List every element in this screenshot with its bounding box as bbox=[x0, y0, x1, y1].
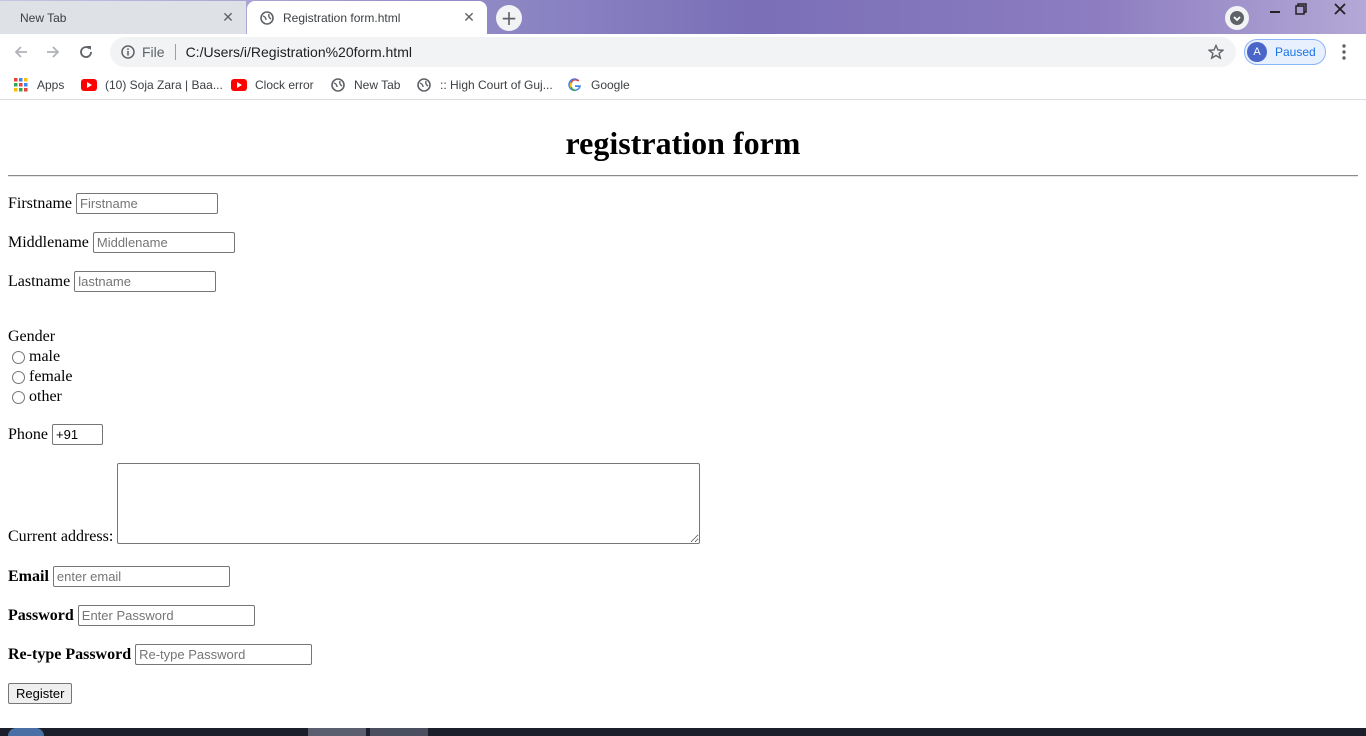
gender-option-female[interactable]: female bbox=[12, 368, 73, 386]
retype-password-row: Re-type Password bbox=[8, 644, 313, 665]
tab-registration-form[interactable]: Registration form.html ✕ bbox=[247, 1, 487, 34]
middlename-row: Middlename bbox=[8, 232, 235, 253]
reload-button[interactable] bbox=[74, 40, 98, 64]
retype-password-input[interactable] bbox=[135, 644, 313, 665]
radio-button[interactable] bbox=[12, 390, 25, 404]
gender-heading-row: Gender bbox=[8, 328, 55, 346]
radio-button[interactable] bbox=[12, 370, 25, 384]
radio-label: other bbox=[29, 388, 62, 405]
tab-search-button[interactable] bbox=[1225, 6, 1249, 30]
globe-icon bbox=[416, 77, 432, 93]
browser-toolbar: File C:/Users/i/Registration%20form.html… bbox=[0, 34, 1366, 70]
taskbar-item-editor[interactable] bbox=[370, 728, 428, 736]
restore-button[interactable] bbox=[1286, 0, 1316, 18]
bookmark-new-tab[interactable]: New Tab bbox=[330, 76, 400, 94]
middlename-input[interactable] bbox=[92, 232, 235, 253]
reload-icon bbox=[80, 46, 92, 58]
kebab-menu-icon bbox=[1342, 44, 1346, 60]
address-label: Current address: bbox=[8, 528, 114, 545]
back-button[interactable] bbox=[9, 40, 33, 64]
password-label: Password bbox=[8, 606, 74, 624]
page-content: registration form Firstname Middlename L… bbox=[0, 102, 1366, 728]
radio-label: female bbox=[29, 368, 73, 385]
close-icon[interactable]: ✕ bbox=[220, 9, 236, 26]
email-row: Email bbox=[8, 566, 230, 587]
address-bar[interactable]: File C:/Users/i/Registration%20form.html bbox=[110, 37, 1236, 67]
register-button[interactable]: Register bbox=[8, 683, 73, 704]
lastname-label: Lastname bbox=[8, 272, 71, 290]
restore-icon bbox=[1295, 3, 1307, 15]
email-input[interactable] bbox=[52, 566, 230, 587]
minimize-icon bbox=[1270, 11, 1280, 13]
info-icon[interactable] bbox=[120, 44, 136, 60]
bookmark-clock-error[interactable]: Clock error bbox=[231, 76, 314, 94]
bookmark-soja-zara[interactable]: (10) Soja Zara | Baa... bbox=[81, 76, 223, 94]
phone-row: Phone bbox=[8, 424, 103, 445]
divider bbox=[174, 44, 176, 60]
password-input[interactable] bbox=[77, 605, 255, 626]
gender-label: Gender bbox=[8, 328, 56, 345]
bookmarks-bar: Apps (10) Soja Zara | Baa... Clock error… bbox=[0, 70, 1366, 100]
bookmark-label: New Tab bbox=[354, 78, 401, 92]
bookmark-label: Apps bbox=[37, 78, 65, 92]
close-icon[interactable]: ✕ bbox=[461, 9, 477, 26]
retype-password-label: Re-type Password bbox=[8, 645, 132, 663]
firstname-row: Firstname bbox=[8, 193, 218, 214]
tab-new-tab[interactable]: New Tab ✕ bbox=[0, 1, 246, 34]
bookmark-google[interactable]: Google bbox=[567, 76, 630, 94]
radio-button[interactable] bbox=[12, 350, 25, 364]
profile-button[interactable]: A Paused bbox=[1244, 39, 1326, 65]
radio-label: male bbox=[29, 348, 61, 365]
phone-input[interactable] bbox=[52, 424, 103, 445]
tab-strip: New Tab ✕ Registration form.html ✕ + bbox=[0, 0, 1366, 34]
menu-button[interactable] bbox=[1334, 40, 1354, 64]
gender-option-male[interactable]: male bbox=[12, 348, 60, 366]
lastname-input[interactable] bbox=[74, 271, 217, 292]
profile-status: Paused bbox=[1275, 45, 1316, 59]
bookmark-apps[interactable]: Apps bbox=[13, 76, 64, 94]
chevron-down-icon bbox=[1230, 11, 1244, 25]
tab-title: New Tab bbox=[20, 10, 67, 25]
close-icon bbox=[1334, 3, 1346, 15]
tab-title: Registration form.html bbox=[283, 10, 401, 25]
bookmark-label: :: High Court of Guj... bbox=[440, 78, 553, 92]
submit-row: Register bbox=[8, 683, 73, 704]
bookmark-label: Clock error bbox=[255, 78, 314, 92]
start-button[interactable] bbox=[8, 728, 44, 736]
arrow-right-icon bbox=[47, 46, 60, 58]
lastname-row: Lastname bbox=[8, 271, 217, 292]
divider bbox=[8, 175, 1358, 177]
new-tab-button[interactable]: + bbox=[496, 5, 522, 31]
avatar: A bbox=[1247, 42, 1267, 62]
firstname-label: Firstname bbox=[8, 194, 72, 212]
bookmark-label: Google bbox=[591, 78, 630, 92]
page-title: registration form bbox=[565, 125, 801, 161]
address-textarea[interactable] bbox=[117, 463, 701, 544]
taskbar-item-chrome[interactable] bbox=[308, 728, 366, 736]
youtube-icon bbox=[81, 77, 97, 93]
bookmark-label: (10) Soja Zara | Baa... bbox=[105, 78, 223, 92]
forward-button[interactable] bbox=[41, 40, 65, 64]
os-taskbar bbox=[0, 728, 1366, 736]
url-scheme-label: File bbox=[142, 44, 165, 60]
globe-icon bbox=[330, 77, 346, 93]
youtube-icon bbox=[231, 77, 247, 93]
phone-label: Phone bbox=[8, 425, 48, 443]
google-icon bbox=[567, 77, 583, 93]
address-row: Current address: bbox=[8, 463, 701, 545]
globe-icon bbox=[259, 10, 275, 26]
email-label: Email bbox=[8, 567, 49, 585]
arrow-left-icon bbox=[14, 46, 27, 58]
apps-grid-icon bbox=[13, 77, 29, 93]
middlename-label: Middlename bbox=[8, 233, 89, 251]
password-row: Password bbox=[8, 605, 255, 626]
close-window-button[interactable] bbox=[1325, 0, 1355, 18]
bookmark-high-court[interactable]: :: High Court of Guj... bbox=[416, 76, 553, 94]
star-icon[interactable] bbox=[1204, 40, 1228, 64]
gender-option-other[interactable]: other bbox=[12, 388, 62, 406]
firstname-input[interactable] bbox=[76, 193, 218, 214]
url-text[interactable]: C:/Users/i/Registration%20form.html bbox=[186, 44, 1204, 60]
